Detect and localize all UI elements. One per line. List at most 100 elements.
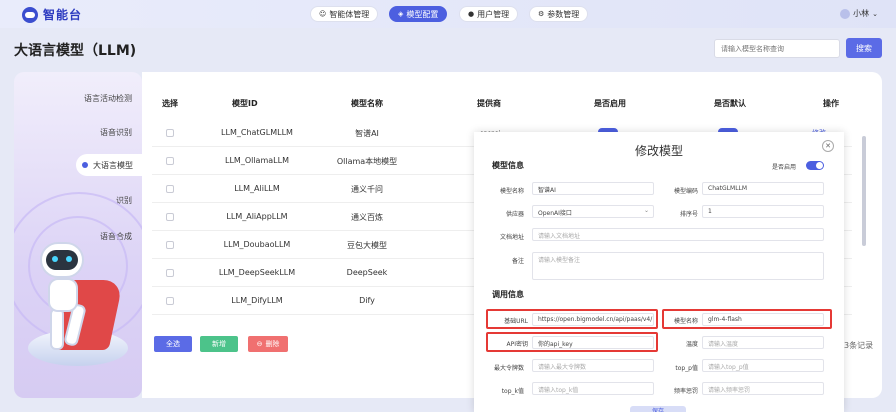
model-code-field[interactable]: ChatGLMLLM bbox=[702, 182, 824, 195]
tab-label: 智能体管理 bbox=[329, 9, 370, 19]
delete-button[interactable]: ⊖ 删除 bbox=[248, 336, 288, 352]
field-label: top_p值 bbox=[675, 365, 698, 372]
provider-select[interactable]: OpenAI接口 ⌄ bbox=[532, 205, 654, 218]
robot-leg bbox=[50, 308, 64, 350]
save-button[interactable]: 保存 bbox=[630, 406, 686, 412]
row-checkbox[interactable] bbox=[166, 129, 174, 137]
add-button[interactable]: 新增 bbox=[200, 336, 238, 352]
model-name: Dify bbox=[359, 296, 375, 305]
header-provider: 提供商 bbox=[477, 99, 501, 108]
model-name: Ollama本地模型 bbox=[336, 157, 398, 166]
robot-eye bbox=[52, 256, 58, 262]
page-header: 大语言模型（LLM) 搜索 bbox=[0, 28, 896, 68]
avatar bbox=[840, 8, 851, 19]
section-call-info: 调用信息 bbox=[492, 290, 524, 299]
sort-field[interactable]: 1 bbox=[702, 205, 824, 218]
search-input[interactable] bbox=[714, 39, 840, 58]
tab-label: 用户管理 bbox=[477, 9, 510, 19]
model-name: 通义千问 bbox=[351, 185, 383, 194]
temperature-field[interactable]: 请输入温度 bbox=[702, 336, 824, 349]
enabled-label: 是否启用 bbox=[771, 164, 796, 171]
top-navigation-bar: 智能台 ☺ 智能体管理 ◈ 模型配置 ● 用户管理 ⚙ 参数管理 小林 ⌄ bbox=[0, 0, 896, 28]
field-label: 频率惩罚 bbox=[673, 388, 698, 395]
model-name-field[interactable]: 智谱AI bbox=[532, 182, 654, 195]
field-label: 基础URL bbox=[504, 318, 528, 325]
select-all-button[interactable]: 全选 bbox=[154, 336, 192, 352]
edit-model-dialog: 修改模型 ✕ 模型信息 是否启用 模型名称 智谱AI 模型编码 ChatGLML… bbox=[474, 132, 844, 412]
user-icon: ● bbox=[468, 10, 475, 18]
tab-param-management[interactable]: ⚙ 参数管理 bbox=[529, 6, 589, 22]
max-tokens-field[interactable]: 请输入最大令牌数 bbox=[532, 359, 654, 372]
field-label: top_k值 bbox=[501, 388, 524, 395]
row-checkbox[interactable] bbox=[166, 185, 174, 193]
row-checkbox[interactable] bbox=[166, 269, 174, 277]
close-icon[interactable]: ✕ bbox=[822, 140, 834, 152]
sidebar: 语言活动检测 语音识别 大语言模型 识别 语音合成 bbox=[14, 72, 142, 398]
field-label: 模型名称 bbox=[673, 318, 698, 325]
row-checkbox[interactable] bbox=[166, 297, 174, 305]
trash-icon: ⊖ bbox=[256, 340, 263, 348]
top-p-field[interactable]: 请输入top_p值 bbox=[702, 359, 824, 372]
table-scrollbar[interactable] bbox=[862, 136, 866, 246]
field-label: 备注 bbox=[511, 258, 524, 265]
cube-icon: ◈ bbox=[398, 10, 404, 18]
section-model-info: 模型信息 bbox=[492, 161, 524, 170]
user-menu[interactable]: 小林 ⌄ bbox=[840, 8, 878, 19]
field-label: 排序号 bbox=[679, 211, 698, 218]
robot-logo-icon bbox=[22, 6, 38, 23]
user-name: 小林 bbox=[853, 9, 870, 18]
tab-label: 参数管理 bbox=[547, 9, 580, 19]
header-model-id: 模型ID bbox=[232, 99, 258, 108]
model-id: LLM_OllamaLLM bbox=[225, 156, 289, 165]
robot-body bbox=[48, 278, 78, 312]
row-checkbox[interactable] bbox=[166, 241, 174, 249]
tab-model-config[interactable]: ◈ 模型配置 bbox=[389, 6, 448, 22]
sidebar-item-vad[interactable]: 语言活动检测 bbox=[84, 93, 132, 104]
row-checkbox[interactable] bbox=[166, 157, 174, 165]
model-id: LLM_AliAppLLM bbox=[226, 212, 288, 221]
robot-icon: ☺ bbox=[319, 10, 327, 18]
sidebar-item-label: 大语言模型 bbox=[93, 160, 133, 170]
robot-face bbox=[46, 250, 78, 270]
delete-label: 删除 bbox=[265, 340, 280, 348]
chevron-down-icon: ⌄ bbox=[643, 207, 649, 214]
tab-user-management[interactable]: ● 用户管理 bbox=[459, 6, 519, 22]
search-button[interactable]: 搜索 bbox=[846, 38, 882, 58]
model-id: LLM_DifyLLM bbox=[231, 296, 283, 305]
tab-label: 模型配置 bbox=[406, 9, 439, 19]
field-label: 供应器 bbox=[505, 211, 524, 218]
sidebar-item-llm[interactable]: 大语言模型 bbox=[76, 154, 142, 176]
doc-url-field[interactable]: 请输入文档地址 bbox=[532, 228, 824, 241]
field-label: 模型编码 bbox=[673, 188, 698, 195]
field-label: 最大令牌数 bbox=[493, 365, 524, 372]
model-id: LLM_DoubaoLLM bbox=[223, 240, 291, 249]
sidebar-item-asr[interactable]: 语音识别 bbox=[100, 127, 132, 138]
field-label: 文档地址 bbox=[499, 234, 524, 241]
row-checkbox[interactable] bbox=[166, 213, 174, 221]
remark-textarea[interactable]: 请输入模型备注 bbox=[532, 252, 824, 280]
robot-eye bbox=[66, 256, 72, 262]
page-title: 大语言模型（LLM) bbox=[14, 43, 137, 59]
model-name: 智谱AI bbox=[355, 129, 379, 138]
enabled-toggle[interactable] bbox=[806, 161, 824, 170]
field-label: 模型名称 bbox=[499, 188, 524, 195]
model-id: LLM_ChatGLMLLM bbox=[221, 128, 293, 137]
app-logo[interactable]: 智能台 bbox=[22, 6, 82, 23]
api-key-field[interactable]: 你的api_key bbox=[532, 336, 654, 349]
settings-icon: ⚙ bbox=[538, 10, 545, 18]
top-k-field[interactable]: 请输入top_k值 bbox=[532, 382, 654, 395]
dialog-title: 修改模型 bbox=[634, 144, 683, 158]
provider-value: OpenAI接口 bbox=[538, 210, 572, 217]
call-model-name-field[interactable]: glm-4-flash bbox=[702, 313, 824, 326]
model-name: DeepSeek bbox=[346, 268, 388, 277]
base-url-field[interactable]: https://open.bigmodel.cn/api/paas/v4/ bbox=[532, 313, 654, 326]
header-enabled: 是否启用 bbox=[594, 99, 626, 108]
header-model-name: 模型名称 bbox=[351, 99, 383, 108]
active-dot-icon bbox=[82, 162, 88, 168]
pagination-total: 3条记录 bbox=[844, 341, 874, 350]
frequency-penalty-field[interactable]: 请输入频率惩罚 bbox=[702, 382, 824, 395]
field-label: API密钥 bbox=[506, 341, 529, 348]
header-default: 是否默认 bbox=[714, 99, 746, 108]
model-name: 通义百炼 bbox=[351, 213, 383, 222]
tab-agent-management[interactable]: ☺ 智能体管理 bbox=[310, 6, 379, 22]
